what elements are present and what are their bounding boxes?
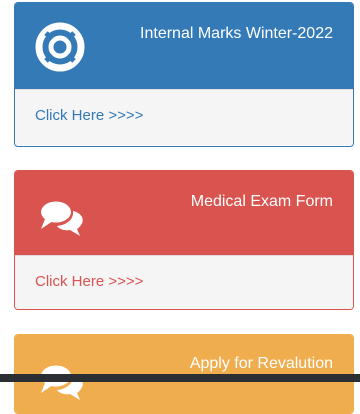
comments-icon — [41, 201, 83, 236]
life-ring-icon — [35, 22, 85, 72]
panel-title: Medical Exam Form — [190, 193, 333, 210]
click-here-link[interactable]: Click Here >>>> — [35, 273, 143, 290]
panel-footer: Click Here >>>> — [15, 255, 353, 309]
panel-heading: Medical Exam Form — [15, 171, 353, 255]
panel-internal-marks: Internal Marks Winter-2022 Click Here >>… — [14, 2, 354, 147]
bottom-bar — [0, 374, 360, 382]
panel-medical-exam-form: Medical Exam Form Click Here >>>> — [14, 170, 354, 310]
panel-title: Apply for Revalution — [189, 355, 333, 372]
panel-footer: Click Here >>>> — [15, 89, 353, 145]
panel-title: Internal Marks Winter-2022 — [140, 25, 333, 42]
click-here-link[interactable]: Click Here >>>> — [35, 107, 143, 124]
panel-heading: Internal Marks Winter-2022 — [15, 3, 353, 89]
